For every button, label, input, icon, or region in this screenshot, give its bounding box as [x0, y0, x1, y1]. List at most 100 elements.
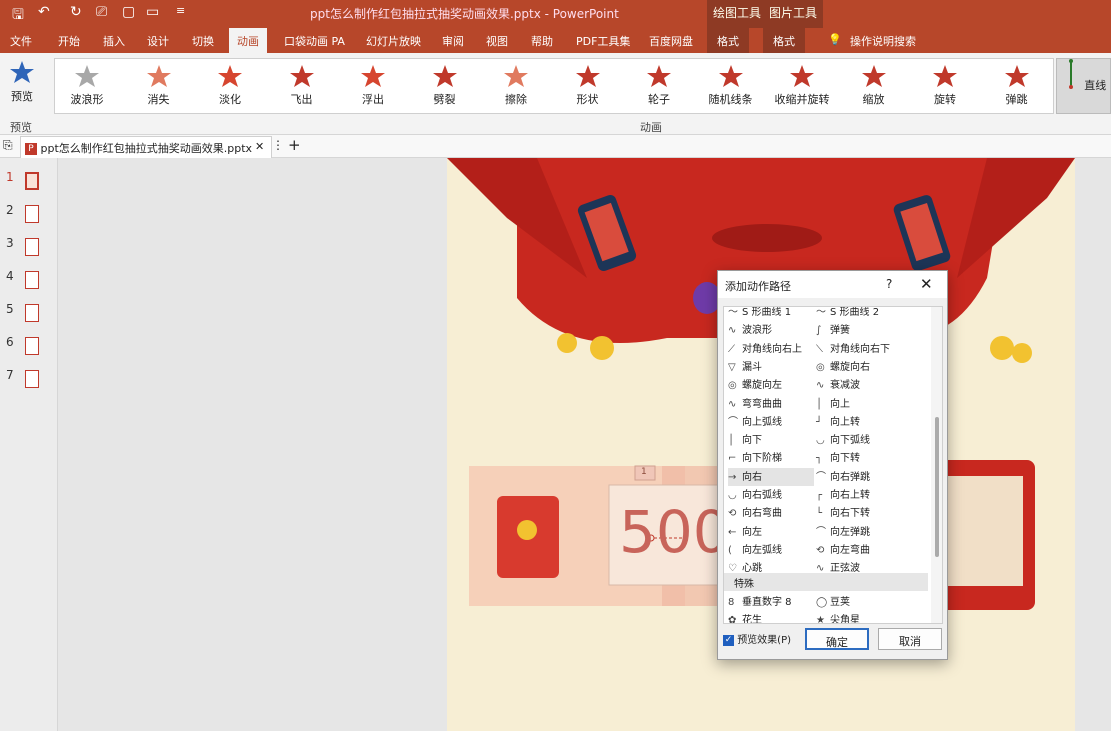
motion-path-option[interactable]: 8 垂直数字 8 [728, 593, 814, 611]
motion-path-option[interactable]: ◎ 螺旋向右 [816, 358, 902, 376]
more-tabs-icon[interactable]: ⋮ [272, 138, 284, 152]
anim-wave[interactable]: 波浪形 [55, 59, 119, 113]
motion-path-option[interactable]: │ 向下 [728, 431, 814, 449]
motion-path-option[interactable]: ◡ 向右弧线 [728, 486, 814, 504]
tab-help[interactable]: 帮助 [531, 33, 553, 49]
motion-path-option[interactable]: ∿ 衰减波 [816, 376, 902, 394]
customize-qa-icon[interactable]: ≡ [176, 4, 185, 17]
new-file-icon[interactable]: ▢ [122, 4, 135, 20]
motion-path-option[interactable]: ⟲ 向左弯曲 [816, 541, 902, 559]
motion-path-option[interactable]: ✿ 花生 [728, 611, 814, 623]
slide-thumbnail-6[interactable] [25, 337, 39, 355]
present-icon[interactable]: ⎚ [96, 4, 107, 20]
open-folder-icon[interactable]: ▭ [146, 4, 159, 20]
tab-baidu-disk[interactable]: 百度网盘 [649, 33, 693, 49]
help-icon[interactable]: ? [886, 277, 892, 291]
pptx-file-icon: P [25, 143, 37, 155]
motion-path-option[interactable]: ∿ 弯弯曲曲 [728, 395, 814, 413]
path-label: 弯弯曲曲 [742, 398, 782, 410]
tab-view[interactable]: 视图 [486, 33, 508, 49]
anim-zoom[interactable]: 缩放 [842, 59, 906, 113]
slide-thumbnail-1[interactable] [25, 172, 39, 190]
motion-path-option[interactable]: ⟲ 向右弯曲 [728, 504, 814, 522]
anim-random-bars[interactable]: 随机线条 [699, 59, 763, 113]
slide-thumbnail-5[interactable] [25, 304, 39, 322]
motion-path-option[interactable]: ★ 尖角星 [816, 611, 902, 623]
anim-wipe[interactable]: 擦除 [484, 59, 548, 113]
document-tab[interactable]: P ppt怎么制作红包抽拉式抽奖动画效果.pptx ✕ [20, 136, 272, 158]
motion-path-option[interactable]: ◡ 向下弧线 [816, 431, 902, 449]
tab-home[interactable]: 开始 [58, 33, 80, 49]
tab-transitions[interactable]: 切换 [192, 33, 214, 49]
motion-path-option[interactable]: ∿ 波浪形 [728, 321, 814, 339]
path-icon: ∿ [816, 380, 825, 392]
motion-path-option[interactable]: ← 向左 [728, 523, 814, 541]
tab-file[interactable]: 文件 [10, 33, 32, 49]
list-scrollbar[interactable] [931, 307, 942, 623]
tab-design[interactable]: 设计 [147, 33, 169, 49]
anim-disappear[interactable]: 消失 [127, 59, 191, 113]
slide-thumbnail-4[interactable] [25, 271, 39, 289]
close-tab-icon[interactable]: ✕ [255, 140, 264, 153]
anim-float-in[interactable]: 浮出 [341, 59, 405, 113]
motion-path-option[interactable]: ⌐ 向下阶梯 [728, 449, 814, 467]
anim-bounce[interactable]: 弹跳 [985, 59, 1049, 113]
redo-icon[interactable]: ↻ [70, 4, 82, 20]
motion-path-option[interactable]: ⟋ 对角线向右上 [728, 340, 814, 358]
preview-button[interactable]: 预览 [4, 59, 40, 104]
save-icon[interactable]: 🖫 [12, 4, 24, 28]
anim-wheel[interactable]: 轮子 [627, 59, 691, 113]
anim-fly-in[interactable]: 飞出 [270, 59, 334, 113]
motion-path-option[interactable]: ∿ 正弦波 [816, 559, 902, 577]
slide-thumbnail-7[interactable] [25, 370, 39, 388]
slide-thumbnail-2[interactable] [25, 205, 39, 223]
new-tab-icon[interactable]: + [288, 136, 301, 154]
undo-icon[interactable]: ↶ [38, 4, 50, 20]
motion-path-option[interactable]: ⟍ 对角线向右下 [816, 340, 902, 358]
motion-path-option[interactable]: │ 向上 [816, 395, 902, 413]
scroll-thumb[interactable] [935, 417, 939, 557]
motion-path-option[interactable]: (向左弧线 [728, 541, 814, 559]
motion-path-option[interactable]: → 向右 [728, 467, 814, 486]
ok-button[interactable]: 确定 [805, 628, 869, 650]
motion-path-option[interactable]: ⌒ 向左弹跳 [816, 523, 902, 541]
path-icon: 〜 [816, 307, 826, 318]
cancel-button[interactable]: 取消 [878, 628, 942, 650]
motion-path-option[interactable]: ◎ 螺旋向左 [728, 376, 814, 394]
tab-format-drawing[interactable]: 格式 [707, 28, 749, 53]
tab-pocket-animation[interactable]: 口袋动画 PA [284, 33, 345, 49]
tab-insert[interactable]: 插入 [103, 33, 125, 49]
motion-path-option[interactable]: ⌒ 向上弧线 [728, 413, 814, 431]
motion-path-option[interactable]: 〜 S 形曲线 1 [728, 307, 814, 321]
path-icon: ◯ [816, 597, 828, 608]
anim-label: 波浪形 [70, 93, 104, 106]
motion-path-option[interactable]: ♡ 心跳 [728, 559, 814, 577]
motion-path-option[interactable]: ⌒ 向右弹跳 [816, 468, 902, 486]
anim-fade[interactable]: 淡化 [198, 59, 262, 113]
motion-path-option[interactable]: ┘ 向上转 [816, 413, 902, 431]
anim-shape[interactable]: 形状 [556, 59, 620, 113]
motion-path-option[interactable]: ▽ 漏斗 [728, 358, 814, 376]
motion-path-option[interactable]: ┐ 向下转 [816, 449, 902, 467]
star-zoom-icon [861, 65, 886, 87]
motion-path-option[interactable]: ∫ 弹簧 [816, 321, 902, 339]
tab-pdf-tools[interactable]: PDF工具集 [576, 33, 630, 49]
tab-slideshow[interactable]: 幻灯片放映 [366, 33, 421, 49]
motion-path-option[interactable]: ┌ 向右上转 [816, 486, 902, 504]
motion-path-option[interactable]: ◯ 豆荚 [816, 593, 902, 611]
nav-icon[interactable]: ⎘ [3, 138, 13, 153]
anim-spin[interactable]: 旋转 [913, 59, 977, 113]
tab-animations[interactable]: 动画 [229, 28, 267, 53]
preview-group-label: 预览 [10, 121, 32, 134]
slide-thumbnail-3[interactable] [25, 238, 39, 256]
motion-path-option[interactable]: 〜 S 形曲线 2 [816, 307, 902, 321]
anim-split[interactable]: 劈裂 [413, 59, 477, 113]
tell-me-search[interactable]: 操作说明搜索 [850, 33, 916, 49]
anim-line[interactable]: 直线 [1056, 58, 1111, 114]
preview-effect-checkbox[interactable]: ✓ 预览效果(P) [723, 631, 791, 646]
tab-review[interactable]: 审阅 [442, 33, 464, 49]
tab-format-picture[interactable]: 格式 [763, 28, 805, 53]
motion-path-option[interactable]: └ 向右下转 [816, 504, 902, 522]
anim-shrink-turn[interactable]: 收缩并旋转 [770, 59, 834, 113]
close-icon[interactable]: ✕ [920, 275, 933, 293]
